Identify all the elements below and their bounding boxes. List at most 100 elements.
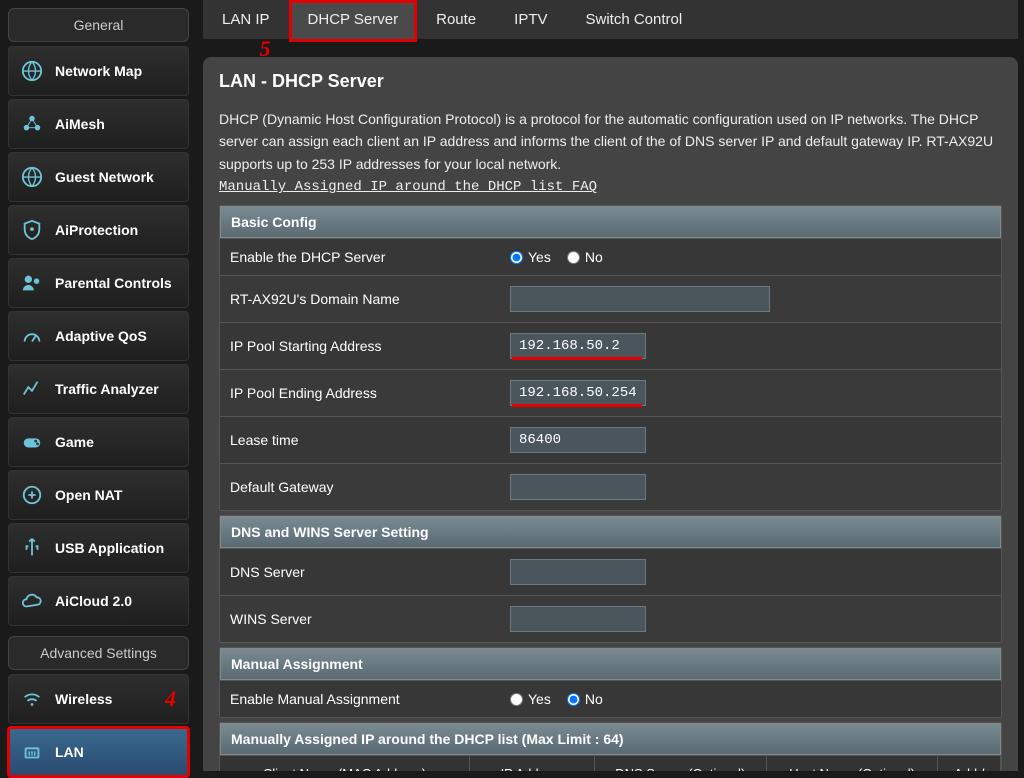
manual-yes-radio[interactable]: [510, 693, 523, 706]
sidebar-item-label: Parental Controls: [55, 275, 172, 291]
domain-row: RT-AX92U's Domain Name: [220, 275, 1001, 322]
sidebar-item-label: Open NAT: [55, 487, 122, 503]
tab-iptv[interactable]: IPTV: [495, 0, 566, 39]
game-icon: [19, 431, 45, 453]
manual-enable-label: Enable Manual Assignment: [230, 691, 510, 707]
pool-end-label: IP Pool Ending Address: [230, 385, 510, 401]
sidebar-item-wireless[interactable]: Wireless 4: [8, 674, 189, 724]
sidebar: General Network MapAiMeshGuest NetworkAi…: [0, 0, 197, 771]
annotation-number: 5: [260, 36, 271, 62]
sidebar-item-label: LAN: [55, 744, 84, 760]
wins-label: WINS Server: [230, 611, 510, 627]
globe-icon: [19, 60, 45, 82]
table-header-cell: Add /: [938, 756, 1000, 771]
faq-link[interactable]: Manually Assigned IP around the DHCP lis…: [219, 179, 1002, 195]
cloud-icon: [19, 590, 45, 612]
gateway-row: Default Gateway: [220, 463, 1001, 510]
dns-row: DNS Server: [220, 548, 1001, 595]
enable-dhcp-no-radio[interactable]: [567, 251, 580, 264]
wifi-icon: [19, 688, 45, 710]
sidebar-item-label: Adaptive QoS: [55, 328, 147, 344]
sidebar-item-open-nat[interactable]: Open NAT: [8, 470, 189, 520]
tab-label: LAN IP: [222, 11, 270, 28]
annotation-underline: [512, 357, 642, 360]
enable-dhcp-label: Enable the DHCP Server: [230, 249, 510, 265]
pool-start-label: IP Pool Starting Address: [230, 338, 510, 354]
manual-no-radio[interactable]: [567, 693, 580, 706]
tab-label: Switch Control: [586, 11, 683, 28]
tab-dhcp-server[interactable]: DHCP Server5: [289, 0, 418, 39]
manual-enable-row: Enable Manual Assignment Yes No: [220, 680, 1001, 717]
sidebar-item-label: Traffic Analyzer: [55, 381, 159, 397]
graph-icon: [19, 378, 45, 400]
domain-label: RT-AX92U's Domain Name: [230, 291, 510, 307]
gateway-label: Default Gateway: [230, 479, 510, 495]
sidebar-item-usb-application[interactable]: USB Application: [8, 523, 189, 573]
table-header-cell: Client Name (MAC Address): [220, 756, 470, 771]
domain-input[interactable]: [510, 286, 770, 312]
sidebar-item-network-map[interactable]: Network Map: [8, 46, 189, 96]
page-description: DHCP (Dynamic Host Configuration Protoco…: [219, 108, 1002, 175]
lan-icon: [19, 741, 45, 763]
table-header-cell: Host Name (Optional): [767, 756, 939, 771]
enable-dhcp-no[interactable]: No: [567, 249, 603, 265]
tab-label: IPTV: [514, 11, 547, 28]
tab-lan-ip[interactable]: LAN IP: [203, 0, 289, 39]
globe-icon: [19, 166, 45, 188]
page-title: LAN - DHCP Server: [219, 71, 1002, 92]
gateway-input[interactable]: [510, 474, 646, 500]
dns-input[interactable]: [510, 559, 646, 585]
shield-icon: [19, 219, 45, 241]
pool-start-row: IP Pool Starting Address: [220, 322, 1001, 369]
annotation-number: 4: [165, 686, 176, 712]
usb-icon: [19, 537, 45, 559]
sidebar-item-aiprotection[interactable]: AiProtection: [8, 205, 189, 255]
main-content: LAN IP DHCP Server5 Route IPTV Switch Contro…: [197, 0, 1024, 771]
enable-dhcp-yes-radio[interactable]: [510, 251, 523, 264]
sidebar-item-game[interactable]: Game: [8, 417, 189, 467]
sidebar-item-parental-controls[interactable]: Parental Controls: [8, 258, 189, 308]
sidebar-item-label: Wireless: [55, 691, 112, 707]
lease-input[interactable]: [510, 427, 646, 453]
table-header-cell: DNS Server (Optional): [595, 756, 767, 771]
annotation-underline: [512, 404, 642, 407]
dns-wins-panel: DNS and WINS Server Setting DNS Server W…: [219, 515, 1002, 643]
sidebar-item-guest-network[interactable]: Guest Network: [8, 152, 189, 202]
dns-label: DNS Server: [230, 564, 510, 580]
nat-icon: [19, 484, 45, 506]
advanced-header: Advanced Settings: [8, 636, 189, 670]
pool-start-input[interactable]: [510, 333, 646, 359]
gauge-icon: [19, 325, 45, 347]
general-header: General: [8, 8, 189, 42]
tab-route[interactable]: Route: [417, 0, 495, 39]
lease-label: Lease time: [230, 432, 510, 448]
tab-bar: LAN IP DHCP Server5 Route IPTV Switch Contro…: [203, 0, 1018, 39]
manual-panel: Manual Assignment Enable Manual Assignme…: [219, 647, 1002, 718]
enable-dhcp-yes[interactable]: Yes: [510, 249, 551, 265]
tab-label: Route: [436, 11, 476, 28]
pool-end-row: IP Pool Ending Address: [220, 369, 1001, 416]
basic-config-panel: Basic Config Enable the DHCP Server Yes …: [219, 205, 1002, 511]
content-panel: LAN - DHCP Server DHCP (Dynamic Host Con…: [203, 57, 1018, 771]
tab-switch-control[interactable]: Switch Control: [567, 0, 702, 39]
table-header-row: Client Name (MAC Address)IP AddressDNS S…: [220, 755, 1001, 771]
pool-end-input[interactable]: [510, 380, 646, 406]
sidebar-item-lan[interactable]: LAN: [8, 727, 189, 777]
users-icon: [19, 272, 45, 294]
mesh-icon: [19, 113, 45, 135]
sidebar-item-label: Network Map: [55, 63, 142, 79]
sidebar-item-adaptive-qos[interactable]: Adaptive QoS: [8, 311, 189, 361]
sidebar-item-aicloud-2-0[interactable]: AiCloud 2.0: [8, 576, 189, 626]
sidebar-item-label: Game: [55, 434, 94, 450]
dns-wins-header: DNS and WINS Server Setting: [220, 516, 1001, 548]
manual-yes[interactable]: Yes: [510, 691, 551, 707]
wins-row: WINS Server: [220, 595, 1001, 642]
sidebar-item-aimesh[interactable]: AiMesh: [8, 99, 189, 149]
assigned-table-panel: Manually Assigned IP around the DHCP lis…: [219, 722, 1002, 771]
manual-no[interactable]: No: [567, 691, 603, 707]
lease-row: Lease time: [220, 416, 1001, 463]
sidebar-item-traffic-analyzer[interactable]: Traffic Analyzer: [8, 364, 189, 414]
wins-input[interactable]: [510, 606, 646, 632]
sidebar-item-label: AiMesh: [55, 116, 105, 132]
manual-header: Manual Assignment: [220, 648, 1001, 680]
